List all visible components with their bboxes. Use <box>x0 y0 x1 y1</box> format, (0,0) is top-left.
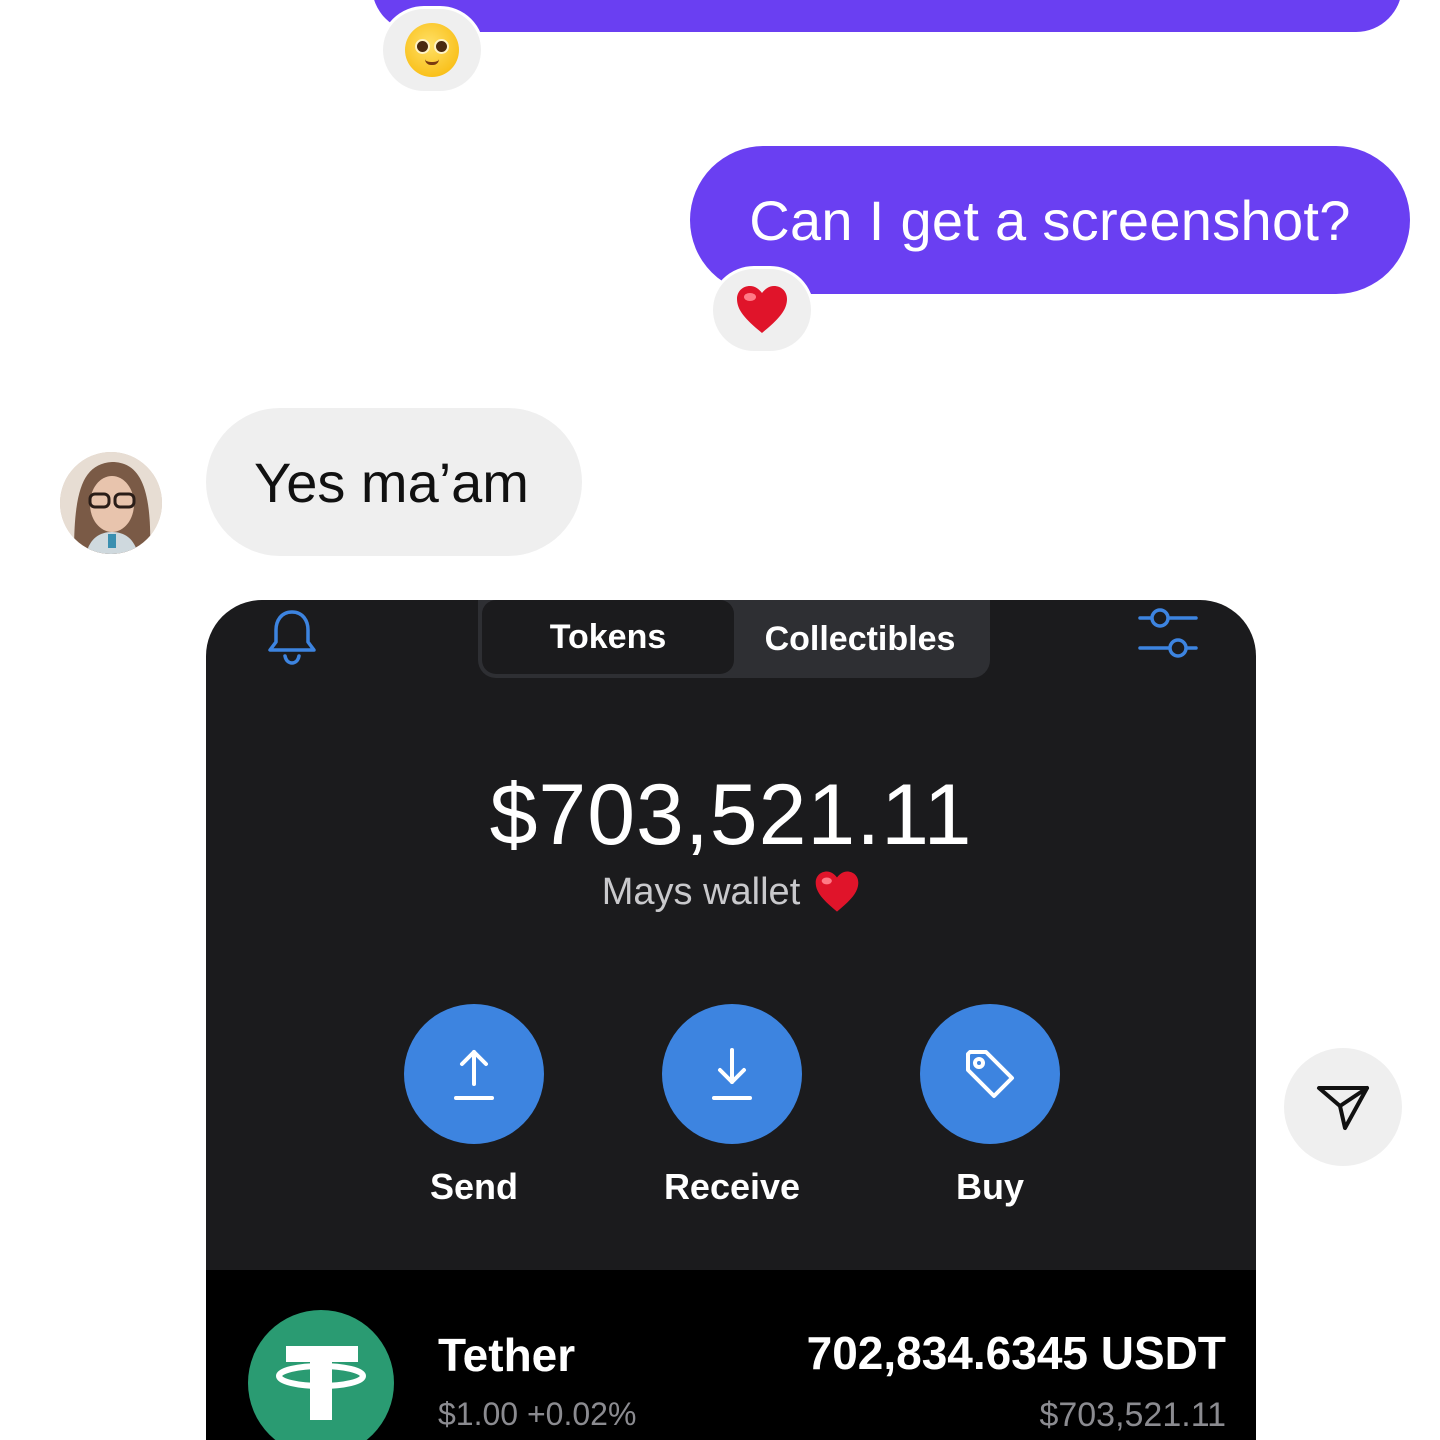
wallet-screenshot-image[interactable]: Tokens Collectibles $703,521.11 Mays wal… <box>206 600 1256 1440</box>
token-row-tether[interactable]: Tether $1.00 +0.02% 702,834.6345 USDT $7… <box>206 1270 1256 1440</box>
token-change: +0.02% <box>526 1396 637 1432</box>
send-label: Send <box>429 1166 518 1207</box>
buy-button[interactable] <box>920 1004 1060 1144</box>
bell-icon <box>268 610 316 665</box>
tokens-collectibles-tabs: Tokens Collectibles <box>478 600 990 678</box>
tether-logo-icon <box>248 1310 394 1440</box>
tag-icon <box>966 1050 1014 1098</box>
receive-label: Receive <box>663 1166 801 1207</box>
incoming-message-text: Yes ma’am <box>254 450 529 514</box>
token-amount: 702,834.6345 USDT <box>806 1327 1226 1379</box>
avatar-photo <box>60 452 162 554</box>
token-price-row: $1.00 +0.02% <box>438 1396 636 1433</box>
buy-label: Buy <box>955 1166 1024 1207</box>
token-price: $1.00 <box>438 1396 519 1432</box>
incoming-message-bubble[interactable]: Yes ma’am <box>206 408 582 556</box>
tab-tokens[interactable]: Tokens <box>482 600 734 674</box>
send-action[interactable]: Send <box>394 1004 554 1208</box>
previous-outgoing-bubble[interactable] <box>372 0 1402 32</box>
wallet-balance: $703,521.11 <box>489 767 973 863</box>
filter-icon <box>1138 608 1198 658</box>
heart-icon <box>815 871 859 912</box>
token-name: Tether <box>438 1329 576 1381</box>
buy-action[interactable]: Buy <box>910 1004 1070 1208</box>
tab-collectibles[interactable]: Collectibles <box>734 604 986 674</box>
avatar[interactable] <box>60 452 162 554</box>
send-icon <box>1317 1086 1369 1130</box>
reaction-heart[interactable] <box>710 266 814 354</box>
send-button[interactable] <box>404 1004 544 1144</box>
token-usd-value: $703,521.11 <box>1039 1396 1226 1434</box>
outgoing-message-bubble[interactable]: Can I get a screenshot? <box>690 146 1410 294</box>
outgoing-message-text: Can I get a screenshot? <box>749 188 1351 252</box>
pleading-face-icon <box>405 23 459 77</box>
share-send-button[interactable] <box>1284 1048 1402 1166</box>
receive-button[interactable] <box>662 1004 802 1144</box>
receive-arrow-icon <box>712 1048 752 1100</box>
send-arrow-icon <box>454 1050 494 1100</box>
heart-icon <box>737 286 787 333</box>
reaction-pleading[interactable] <box>380 6 484 94</box>
receive-action[interactable]: Receive <box>652 1004 812 1208</box>
wallet-name: Mays wallet <box>601 870 801 913</box>
wallet-name-row: Mays wallet <box>206 870 1256 914</box>
